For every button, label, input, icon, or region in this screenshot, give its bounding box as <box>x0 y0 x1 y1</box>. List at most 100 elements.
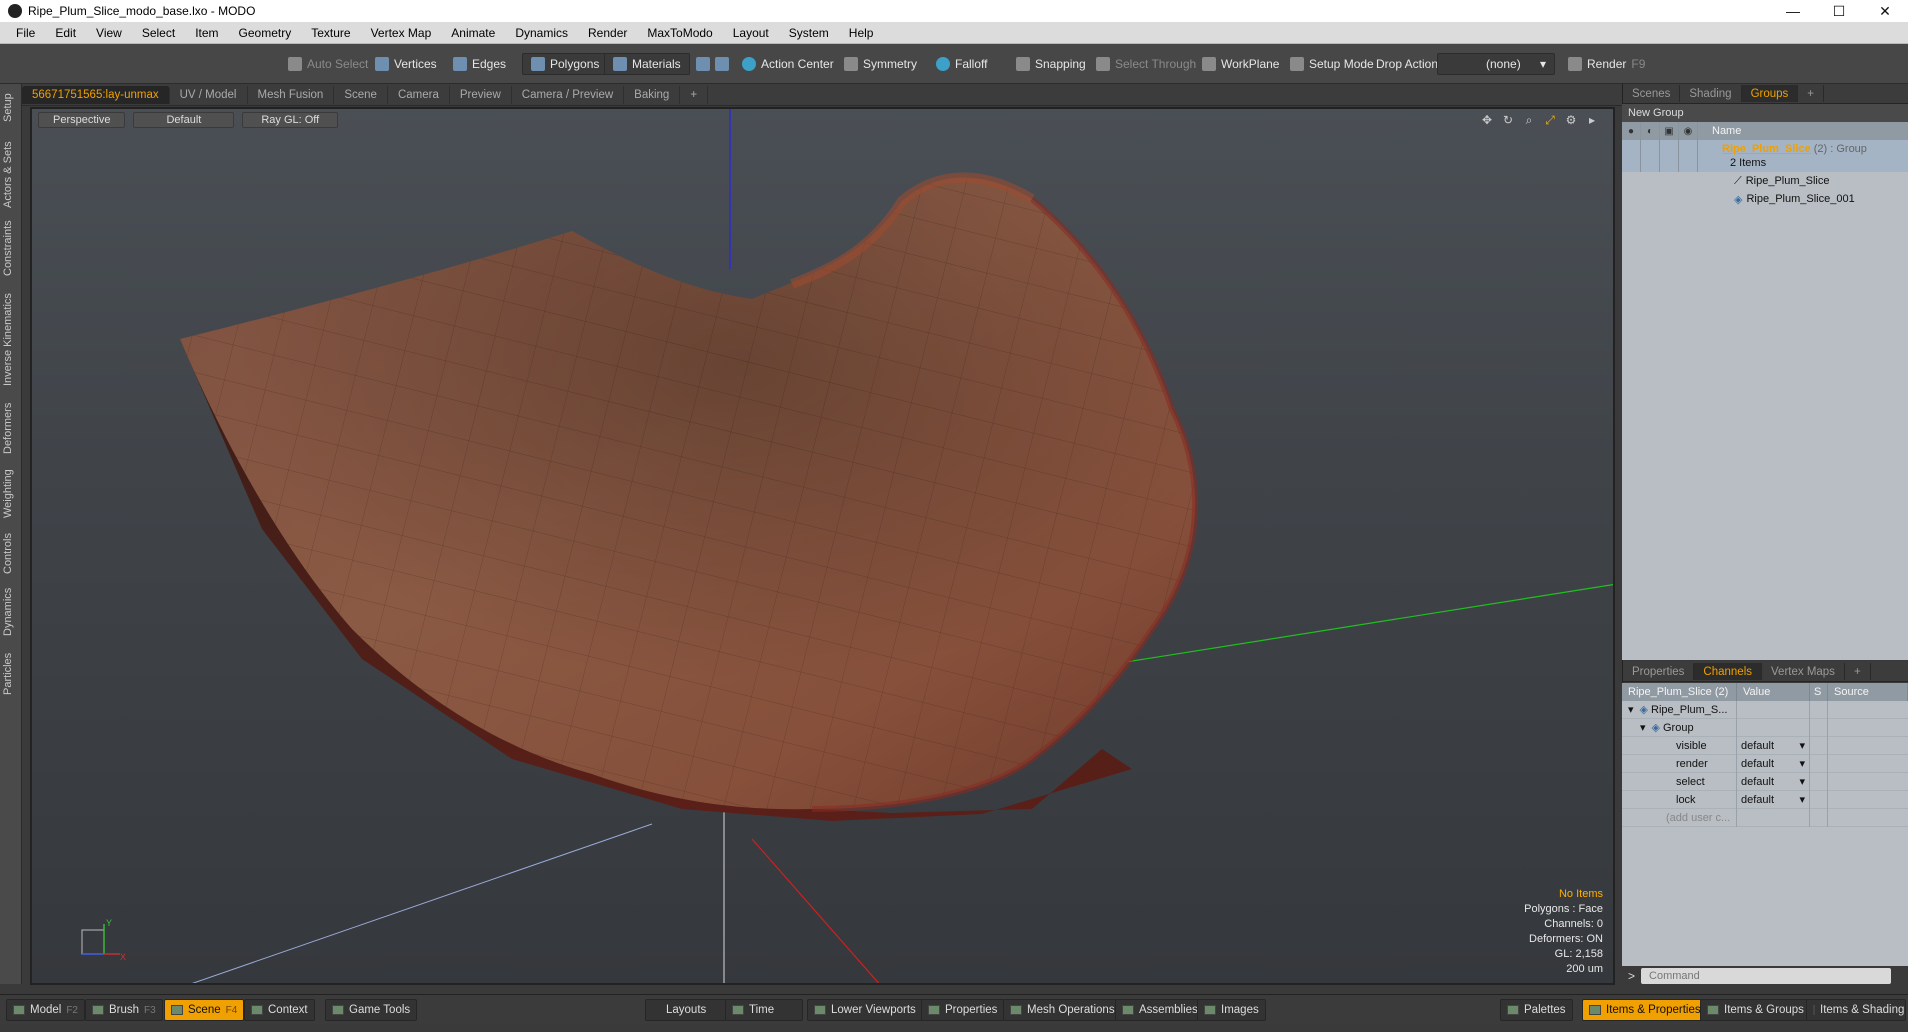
group-child-row[interactable]: ◈ Ripe_Plum_Slice_001 <box>1622 190 1908 208</box>
items-groups-button[interactable]: Items & Groups <box>1700 999 1811 1021</box>
visibility-toggle[interactable] <box>1622 140 1641 172</box>
polygons-button[interactable]: Polygons <box>522 53 609 75</box>
shading-default-button[interactable]: Default <box>133 112 235 128</box>
time-button[interactable]: Time <box>725 999 803 1021</box>
tab-actors-sets[interactable]: Actors & Sets <box>2 140 20 210</box>
tab-channels[interactable]: Channels <box>1694 663 1763 680</box>
menu-system[interactable]: System <box>779 26 839 40</box>
channel-row-lock[interactable]: lock default ▾ <box>1622 790 1908 809</box>
falloff-button[interactable]: Falloff <box>928 53 995 75</box>
tab-setup[interactable]: Setup <box>2 88 20 128</box>
render-toggle[interactable] <box>1641 140 1660 172</box>
add-tab-button[interactable]: + <box>680 85 709 104</box>
menu-help[interactable]: Help <box>839 26 884 40</box>
close-button[interactable]: ✕ <box>1862 0 1908 22</box>
zoom-icon[interactable]: ⌕ <box>1522 113 1536 127</box>
tab-scenes[interactable]: Scenes <box>1623 85 1681 102</box>
tab-camera[interactable]: Camera <box>388 85 450 104</box>
group-row[interactable]: Ripe_Plum_Slice (2) : Group 2 Items <box>1622 140 1908 172</box>
images-button[interactable]: Images <box>1197 999 1266 1021</box>
layouts-button[interactable]: Layouts <box>645 999 728 1021</box>
palettes-button[interactable]: Palettes <box>1500 999 1573 1021</box>
workplane-button[interactable]: WorkPlane <box>1194 53 1287 75</box>
tab-camera-preview[interactable]: Camera / Preview <box>512 85 625 104</box>
snapping-button[interactable]: Snapping <box>1008 53 1094 75</box>
channel-value-select[interactable]: default ▾ <box>1737 790 1810 809</box>
group-child-row[interactable]: ⟋ Ripe_Plum_Slice <box>1622 172 1908 190</box>
lock-toggle[interactable] <box>1660 140 1679 172</box>
assemblies-button[interactable]: Assemblies <box>1115 999 1205 1021</box>
mesh-operations-button[interactable]: Mesh Operations <box>1003 999 1122 1021</box>
menu-animate[interactable]: Animate <box>441 26 505 40</box>
tab-deformers[interactable]: Deformers <box>2 398 20 458</box>
scene-layout-button[interactable]: Scene F4 <box>164 999 245 1021</box>
tab-uv-model[interactable]: UV / Model <box>170 85 248 104</box>
tab-inverse-kinematics[interactable]: Inverse Kinematics <box>2 290 20 390</box>
rotate-icon[interactable]: ↻ <box>1501 113 1515 127</box>
menu-dynamics[interactable]: Dynamics <box>505 26 578 40</box>
select-through-button[interactable]: Select Through <box>1088 53 1204 75</box>
game-tools-button[interactable]: Game Tools <box>325 999 418 1021</box>
perspective-button[interactable]: Perspective <box>38 112 126 128</box>
symmetry-button[interactable]: Symmetry <box>836 53 925 75</box>
channel-row-visible[interactable]: visible default ▾ <box>1622 736 1908 755</box>
lower-viewports-button[interactable]: Lower Viewports <box>807 999 923 1021</box>
tab-baking[interactable]: Baking <box>624 85 681 104</box>
channel-row-render[interactable]: render default ▾ <box>1622 754 1908 773</box>
menu-layout[interactable]: Layout <box>723 26 779 40</box>
tab-scene[interactable]: Scene <box>334 85 388 104</box>
menu-render[interactable]: Render <box>578 26 637 40</box>
tab-dynamics[interactable]: Dynamics <box>2 582 20 642</box>
menu-file[interactable]: File <box>6 26 45 40</box>
maximize-button[interactable]: ☐ <box>1816 0 1862 22</box>
channel-value-select[interactable]: default ▾ <box>1737 736 1810 755</box>
channel-value-select[interactable]: default ▾ <box>1737 754 1810 773</box>
expand-arrow-icon[interactable]: ▾ <box>1628 703 1634 716</box>
3d-viewport[interactable]: Perspective Default Ray GL: Off ✥ ↻ ⌕ ⤢ … <box>30 107 1615 985</box>
channel-row-select[interactable]: select default ▾ <box>1622 772 1908 791</box>
properties-button[interactable]: Properties <box>921 999 1005 1021</box>
tab-controls[interactable]: Controls <box>2 526 20 581</box>
tab-constraints[interactable]: Constraints <box>2 218 20 278</box>
menu-select[interactable]: Select <box>132 26 185 40</box>
expand-arrow-icon[interactable]: ▾ <box>1640 721 1646 734</box>
raygl-button[interactable]: Ray GL: Off <box>242 112 339 128</box>
vertices-button[interactable]: Vertices <box>367 53 445 75</box>
tab-shading[interactable]: Shading <box>1680 85 1742 102</box>
setup-mode-button[interactable]: Setup Mode <box>1282 53 1382 75</box>
tab-vertex-maps[interactable]: Vertex Maps <box>1762 663 1845 680</box>
add-panel-tab-button[interactable]: + <box>1798 85 1825 102</box>
items-shading-button[interactable]: Items & Shading <box>1806 999 1906 1021</box>
auto-select-button[interactable]: Auto Select <box>280 53 376 75</box>
action-center-button[interactable]: Action Center <box>734 53 842 75</box>
tab-preview[interactable]: Preview <box>450 85 512 104</box>
menu-view[interactable]: View <box>86 26 132 40</box>
select-mode-button[interactable] <box>688 53 737 75</box>
new-group-button[interactable]: New Group <box>1622 104 1908 122</box>
menu-maxtomodo[interactable]: MaxToModo <box>637 26 722 40</box>
tab-particles[interactable]: Particles <box>2 644 20 704</box>
menu-edit[interactable]: Edit <box>45 26 86 40</box>
context-button[interactable]: Context <box>244 999 315 1021</box>
channel-value-select[interactable]: default ▾ <box>1737 772 1810 791</box>
arrow-right-icon[interactable]: ▸ <box>1585 113 1599 127</box>
minimize-button[interactable]: — <box>1770 0 1816 22</box>
add-bottom-tab-button[interactable]: + <box>1845 663 1871 680</box>
render-button[interactable]: Render F9 <box>1560 53 1653 75</box>
edges-button[interactable]: Edges <box>445 53 514 75</box>
fit-icon[interactable]: ⤢ <box>1543 113 1557 127</box>
tab-groups[interactable]: Groups <box>1741 85 1799 102</box>
brush-layout-button[interactable]: Brush F3 <box>85 999 163 1021</box>
tab-layout-unmax[interactable]: 56671751565:lay-unmax <box>22 85 170 104</box>
channel-root-row[interactable]: ▾ ◈ Ripe_Plum_S... <box>1622 700 1908 719</box>
tab-weighting[interactable]: Weighting <box>2 464 20 524</box>
pan-icon[interactable]: ✥ <box>1480 113 1494 127</box>
menu-geometry[interactable]: Geometry <box>229 26 302 40</box>
command-input[interactable]: Command <box>1641 968 1892 984</box>
menu-vertex-map[interactable]: Vertex Map <box>361 26 442 40</box>
gear-icon[interactable]: ⚙ <box>1564 113 1578 127</box>
tab-properties[interactable]: Properties <box>1623 663 1695 680</box>
model-layout-button[interactable]: Model F2 <box>6 999 85 1021</box>
menu-texture[interactable]: Texture <box>301 26 360 40</box>
select-toggle[interactable] <box>1679 140 1698 172</box>
